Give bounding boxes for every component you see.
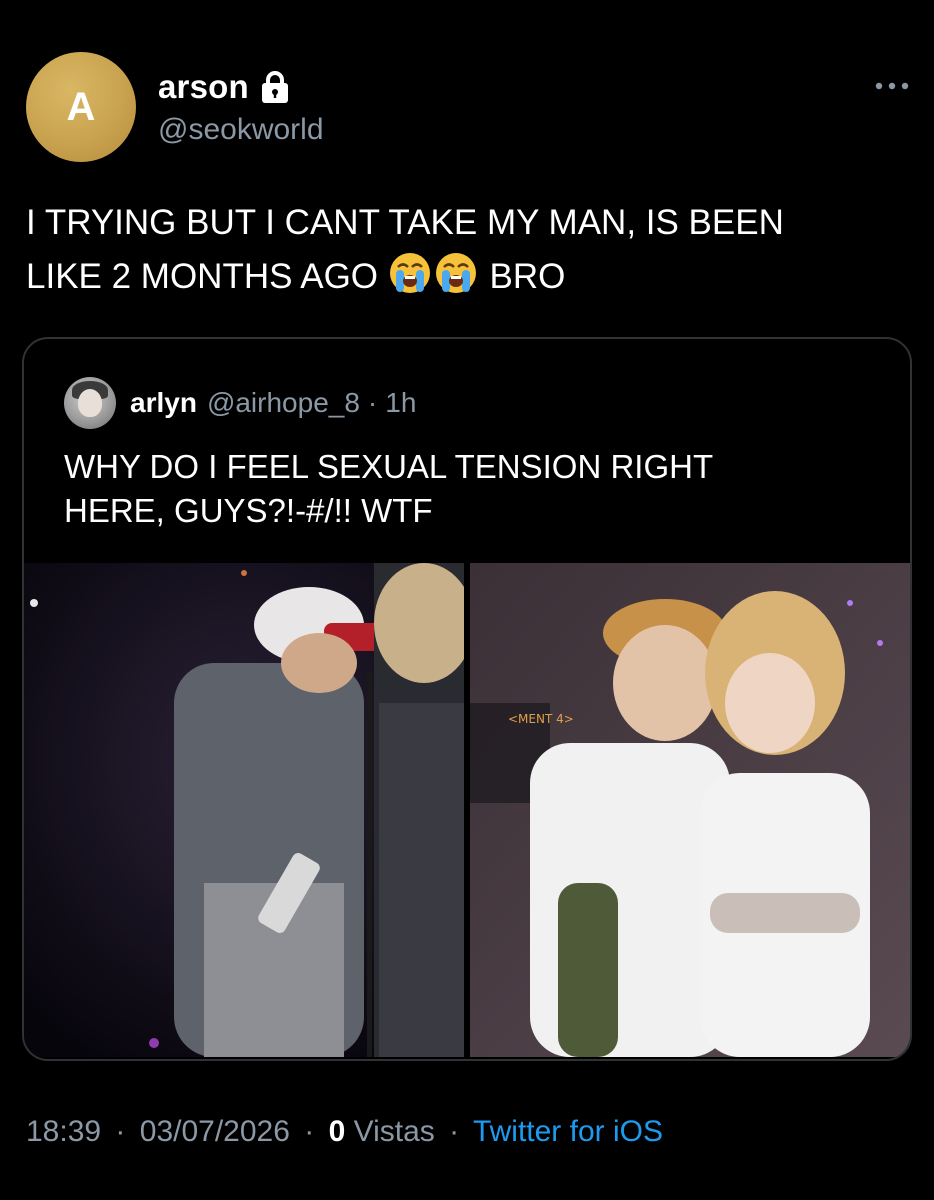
views-label[interactable]: Vistas xyxy=(354,1115,435,1148)
views-count[interactable]: 0 xyxy=(329,1115,346,1148)
tweet-time[interactable]: 18:39 xyxy=(26,1115,101,1148)
tweet-meta: 18:39 · 03/07/2026 · 0 Vistas · Twitter … xyxy=(26,1115,663,1149)
display-name[interactable]: arson xyxy=(158,68,249,106)
quote-text-line-2: HERE, GUYS?!-#/!! WTF xyxy=(64,492,433,529)
quote-media-image-2[interactable]: <MENT 4> xyxy=(470,563,910,1057)
tweet-text-line-2b: BRO xyxy=(489,257,566,296)
quote-header: arlyn @airhope_8 · 1h xyxy=(130,387,416,419)
quote-display-name[interactable]: arlyn xyxy=(130,387,197,419)
tweet-date[interactable]: 03/07/2026 xyxy=(140,1115,290,1148)
quote-text-line-1: WHY DO I FEEL SEXUAL TENSION RIGHT xyxy=(64,448,714,485)
loudly-crying-face-icon xyxy=(388,251,432,311)
meta-separator: · xyxy=(115,1115,126,1148)
quote-separator: · xyxy=(367,387,378,418)
quote-media-image-1[interactable] xyxy=(24,563,464,1057)
author-handle[interactable]: @seokworld xyxy=(158,113,324,147)
client-link[interactable]: Twitter for iOS xyxy=(473,1115,663,1148)
quote-avatar[interactable] xyxy=(64,377,116,429)
more-horizontal-icon xyxy=(874,78,910,96)
meta-separator: · xyxy=(304,1115,315,1148)
tweet-text-line-2a: LIKE 2 MONTHS AGO xyxy=(26,257,379,296)
quoted-tweet-card[interactable]: arlyn @airhope_8 · 1h WHY DO I FEEL SEXU… xyxy=(22,337,912,1061)
tweet-text: I TRYING BUT I CANT TAKE MY MAN, IS BEEN… xyxy=(26,196,906,311)
quote-handle[interactable]: @airhope_8 xyxy=(207,387,360,419)
tweet-text-line-1: I TRYING BUT I CANT TAKE MY MAN, IS BEEN xyxy=(26,203,784,242)
lock-icon xyxy=(259,70,291,104)
more-options-button[interactable] xyxy=(872,72,912,102)
avatar-letter: A xyxy=(66,84,96,129)
stage-screen-text: <MENT 4> xyxy=(508,712,574,726)
quote-text: WHY DO I FEEL SEXUAL TENSION RIGHT HERE,… xyxy=(64,445,864,533)
author-name-row: arson xyxy=(158,68,291,106)
meta-separator: · xyxy=(449,1115,460,1148)
avatar[interactable]: A xyxy=(26,52,136,162)
quote-timestamp[interactable]: 1h xyxy=(385,387,416,419)
loudly-crying-face-icon xyxy=(434,251,478,311)
tweet-text-line-2: LIKE 2 MONTHS AGO BRO xyxy=(26,250,906,311)
